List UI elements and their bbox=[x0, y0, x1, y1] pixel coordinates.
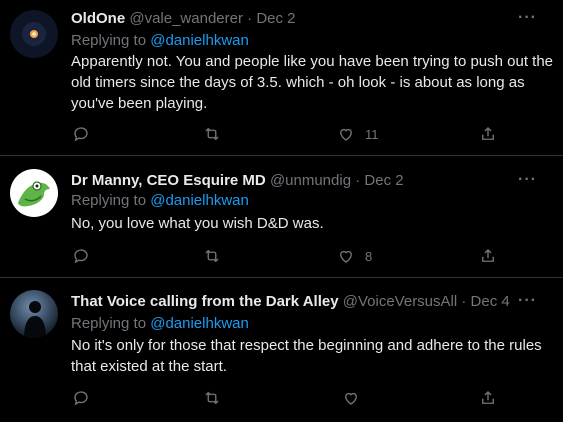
tweet-header: OldOne @vale_wanderer · Dec 2 ··· bbox=[71, 9, 551, 29]
tweet[interactable]: That Voice calling from the Dark Alley @… bbox=[0, 278, 563, 422]
timestamp[interactable]: Dec 2 bbox=[256, 10, 295, 27]
like-button[interactable]: 11 bbox=[337, 124, 379, 144]
silhouette-avatar bbox=[10, 290, 58, 338]
more-icon[interactable]: ··· bbox=[518, 9, 537, 28]
like-count: 11 bbox=[365, 126, 379, 142]
replying-to: Replying to @danielhkwan bbox=[71, 31, 249, 51]
action-bar: 8 bbox=[0, 246, 563, 266]
reply-button[interactable] bbox=[72, 124, 90, 144]
username[interactable]: @vale_wanderer bbox=[129, 10, 243, 27]
like-icon bbox=[345, 392, 357, 405]
retweet-button[interactable] bbox=[203, 246, 221, 266]
retweet-icon bbox=[205, 249, 219, 263]
share-icon bbox=[482, 127, 494, 140]
reply-feed: OldOne @vale_wanderer · Dec 2 ··· Replyi… bbox=[0, 0, 563, 422]
share-button[interactable] bbox=[479, 246, 497, 266]
tweet-text: No, you love what you wish D&D was. bbox=[71, 215, 324, 232]
tweet-header: Dr Manny, CEO Esquire MD @unmundig · Dec… bbox=[71, 171, 551, 191]
tweet-header: That Voice calling from the Dark Alley @… bbox=[71, 292, 551, 312]
tweet[interactable]: OldOne @vale_wanderer · Dec 2 ··· Replyi… bbox=[0, 0, 563, 156]
replying-label: Replying to bbox=[71, 315, 147, 332]
share-icon bbox=[482, 391, 494, 404]
action-bar bbox=[0, 388, 563, 408]
avatar[interactable] bbox=[10, 290, 58, 338]
reply-button[interactable] bbox=[72, 388, 90, 408]
share-icon bbox=[482, 249, 494, 262]
reply-icon bbox=[74, 249, 88, 264]
like-button[interactable] bbox=[342, 388, 360, 408]
like-count: 8 bbox=[365, 248, 373, 264]
replying-to: Replying to @danielhkwan bbox=[71, 314, 249, 334]
more-icon[interactable]: ··· bbox=[518, 171, 537, 190]
retweet-button[interactable] bbox=[203, 388, 221, 408]
avatar[interactable] bbox=[10, 169, 58, 217]
like-icon bbox=[340, 250, 352, 263]
reply-icon bbox=[74, 391, 88, 406]
timestamp[interactable]: Dec 4 bbox=[471, 293, 510, 310]
replying-label: Replying to bbox=[71, 192, 147, 209]
share-button[interactable] bbox=[479, 124, 497, 144]
retweet-icon bbox=[205, 391, 219, 405]
separator: · bbox=[247, 10, 253, 27]
action-bar: 11 bbox=[0, 124, 563, 144]
display-name[interactable]: That Voice calling from the Dark Alley bbox=[71, 293, 339, 310]
more-icon[interactable]: ··· bbox=[518, 292, 537, 311]
username[interactable]: @unmundig bbox=[270, 172, 351, 189]
username[interactable]: @VoiceVersusAll bbox=[343, 293, 457, 310]
tweet-text: Apparently not. You and people like you … bbox=[71, 53, 554, 112]
reply-icon bbox=[74, 127, 88, 142]
like-icon bbox=[340, 128, 352, 141]
display-name[interactable]: Dr Manny, CEO Esquire MD bbox=[71, 172, 266, 189]
replying-to: Replying to @danielhkwan bbox=[71, 191, 249, 211]
reply-button[interactable] bbox=[72, 246, 90, 266]
timestamp[interactable]: Dec 2 bbox=[364, 172, 403, 189]
like-button[interactable]: 8 bbox=[337, 246, 372, 266]
mention-link[interactable]: @danielhkwan bbox=[150, 32, 249, 49]
replying-label: Replying to bbox=[71, 32, 147, 49]
share-button[interactable] bbox=[479, 388, 497, 408]
separator: · bbox=[461, 293, 467, 310]
tweet-text: No it's only for those that respect the … bbox=[71, 337, 542, 375]
separator: · bbox=[355, 172, 361, 189]
retweet-button[interactable] bbox=[203, 124, 221, 144]
mention-link[interactable]: @danielhkwan bbox=[150, 315, 249, 332]
display-name[interactable]: OldOne bbox=[71, 10, 125, 27]
tweet[interactable]: Dr Manny, CEO Esquire MD @unmundig · Dec… bbox=[0, 156, 563, 278]
ember-on-dark-avatar bbox=[10, 10, 58, 58]
avatar[interactable] bbox=[10, 10, 58, 58]
mention-link[interactable]: @danielhkwan bbox=[150, 192, 249, 209]
green-frog-avatar bbox=[10, 169, 58, 217]
retweet-icon bbox=[205, 127, 219, 141]
